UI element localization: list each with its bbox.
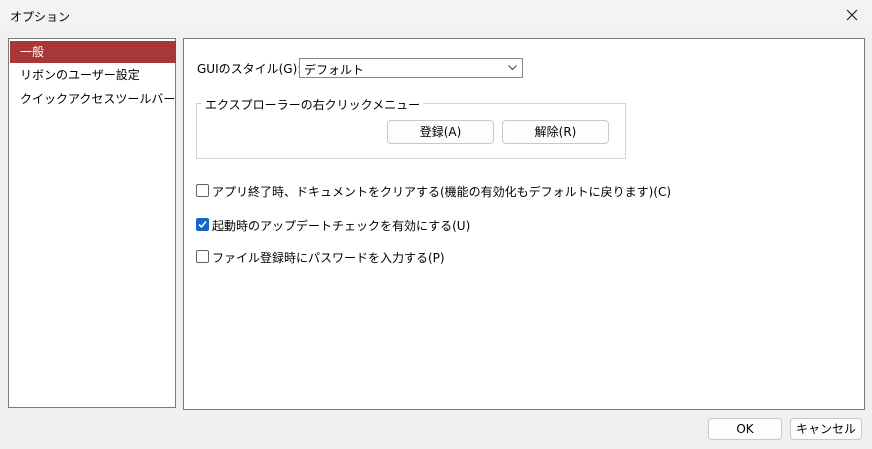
sidebar-item-quick-access[interactable]: クイックアクセスツールバー (10, 88, 176, 110)
sidebar-item-general[interactable]: 一般 (10, 41, 176, 63)
checkmark-icon (198, 221, 207, 229)
update-check-checkbox[interactable] (196, 218, 209, 231)
clear-on-exit-label: アプリ終了時、ドキュメントをクリアする(機能の有効化もデフォルトに戻ります)(C… (212, 185, 672, 199)
gui-style-select[interactable]: デフォルト (299, 58, 523, 78)
gui-style-label: GUIのスタイル(G): (197, 62, 302, 76)
password-label: ファイル登録時にパスワードを入力する(P) (212, 251, 445, 265)
clear-on-exit-checkbox[interactable] (196, 184, 209, 197)
chevron-down-icon (508, 65, 517, 71)
password-checkbox[interactable] (196, 250, 209, 263)
group-title: エクスプローラーの右クリックメニュー (202, 96, 424, 113)
sidebar-item-ribbon[interactable]: リボンのユーザー設定 (10, 64, 176, 86)
close-button[interactable] (832, 0, 872, 31)
unregister-button[interactable]: 解除(R) (502, 120, 609, 144)
explorer-menu-group: エクスプローラーの右クリックメニュー 登録(A) 解除(R) (196, 96, 626, 159)
category-sidebar: 一般 リボンのユーザー設定 クイックアクセスツールバー (8, 38, 176, 408)
cancel-button[interactable]: キャンセル (790, 418, 862, 440)
title-bar: オプション (0, 0, 872, 31)
general-settings-panel: GUIのスタイル(G): デフォルト エクスプローラーの右クリックメニュー 登録… (183, 38, 865, 410)
sidebar-item-label: 一般 (20, 45, 45, 59)
ok-button[interactable]: OK (708, 418, 782, 440)
sidebar-item-label: リボンのユーザー設定 (20, 68, 140, 82)
close-icon (846, 9, 858, 21)
window-title: オプション (10, 10, 71, 24)
update-check-label: 起動時のアップデートチェックを有効にする(U) (212, 219, 471, 233)
sidebar-item-label: クイックアクセスツールバー (20, 92, 176, 106)
gui-style-value: デフォルト (304, 63, 365, 77)
register-button[interactable]: 登録(A) (387, 120, 494, 144)
options-dialog: オプション 一般 リボンのユーザー設定 クイックアクセスツールバー GUIのスタ… (0, 0, 872, 449)
